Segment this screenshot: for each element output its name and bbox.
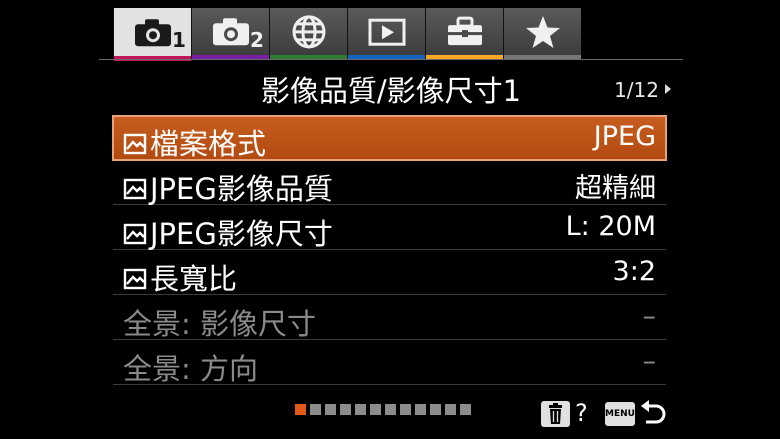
still-image-icon bbox=[123, 133, 147, 155]
list-item-label: JPEG影像尺寸 bbox=[150, 217, 333, 251]
page-dot bbox=[430, 404, 441, 415]
trash-icon bbox=[549, 403, 562, 424]
list-item-value: – bbox=[642, 346, 657, 377]
page-dot bbox=[370, 404, 381, 415]
settings-list: 檔案格式 JPEG JPEG影像品質 超精細 JPEG影像尺寸 L: 20M 長… bbox=[112, 115, 667, 386]
list-item-label: 檔案格式 bbox=[150, 127, 267, 161]
list-item-value: 3:2 bbox=[612, 256, 656, 287]
page-title: 影像品質/影像尺寸1 bbox=[260, 74, 522, 108]
still-image-icon bbox=[123, 178, 147, 200]
page-dot bbox=[460, 404, 471, 415]
page-indicator: 1/12 bbox=[614, 78, 659, 102]
page-dot bbox=[310, 404, 321, 415]
list-item-panorama-size: 全景: 影像尺寸 – bbox=[113, 296, 666, 341]
divider bbox=[99, 59, 683, 60]
tab-setup[interactable] bbox=[425, 8, 503, 60]
globe-icon bbox=[292, 15, 325, 49]
list-item-value: – bbox=[642, 301, 657, 332]
menu-tabs: 1 2 bbox=[113, 8, 581, 61]
list-item-file-format[interactable]: 檔案格式 JPEG bbox=[112, 115, 667, 161]
page-dot-active bbox=[295, 404, 306, 415]
back-arrow-icon[interactable] bbox=[638, 399, 668, 429]
tab-camera-2[interactable]: 2 bbox=[191, 8, 269, 60]
page-dot bbox=[355, 404, 366, 415]
tab-my-menu[interactable] bbox=[503, 8, 581, 60]
list-item-jpeg-quality[interactable]: JPEG影像品質 超精細 bbox=[113, 161, 666, 206]
still-image-icon bbox=[123, 268, 147, 290]
tab-network[interactable] bbox=[269, 8, 347, 60]
camera-icon bbox=[212, 18, 249, 46]
tab-camera-1[interactable]: 1 bbox=[113, 8, 191, 61]
tab-playback[interactable] bbox=[347, 8, 425, 60]
trash-button[interactable] bbox=[541, 401, 570, 427]
page-dot bbox=[385, 404, 396, 415]
list-item-aspect-ratio[interactable]: 長寬比 3:2 bbox=[113, 251, 666, 296]
help-indicator: ? bbox=[575, 399, 588, 427]
list-item-value: L: 20M bbox=[565, 211, 656, 242]
list-item-label: 全景: 影像尺寸 bbox=[123, 307, 316, 341]
play-icon bbox=[368, 18, 405, 46]
star-icon bbox=[525, 15, 560, 48]
list-item-value: JPEG bbox=[593, 121, 656, 152]
page-header: 影像品質/影像尺寸1 1/12 bbox=[99, 62, 683, 112]
page-dots bbox=[295, 404, 471, 415]
menu-button[interactable]: MENU bbox=[605, 402, 635, 426]
next-page-arrow-icon[interactable] bbox=[665, 84, 671, 94]
camera-icon bbox=[134, 18, 171, 46]
page-dot bbox=[445, 404, 456, 415]
list-item-label: 全景: 方向 bbox=[123, 352, 258, 386]
page-dot bbox=[325, 404, 336, 415]
still-image-icon bbox=[123, 223, 147, 245]
tab-sub-number: 1 bbox=[172, 28, 186, 52]
page-dot bbox=[415, 404, 426, 415]
tab-sub-number: 2 bbox=[250, 28, 264, 52]
page-dot bbox=[400, 404, 411, 415]
list-item-panorama-direction: 全景: 方向 – bbox=[113, 341, 666, 386]
list-item-label: 長寬比 bbox=[150, 262, 238, 296]
list-item-value: 超精細 bbox=[575, 173, 656, 204]
page-dot bbox=[340, 404, 351, 415]
list-item-jpeg-size[interactable]: JPEG影像尺寸 L: 20M bbox=[113, 206, 666, 251]
toolbox-icon bbox=[447, 16, 482, 46]
list-item-label: JPEG影像品質 bbox=[150, 172, 333, 206]
